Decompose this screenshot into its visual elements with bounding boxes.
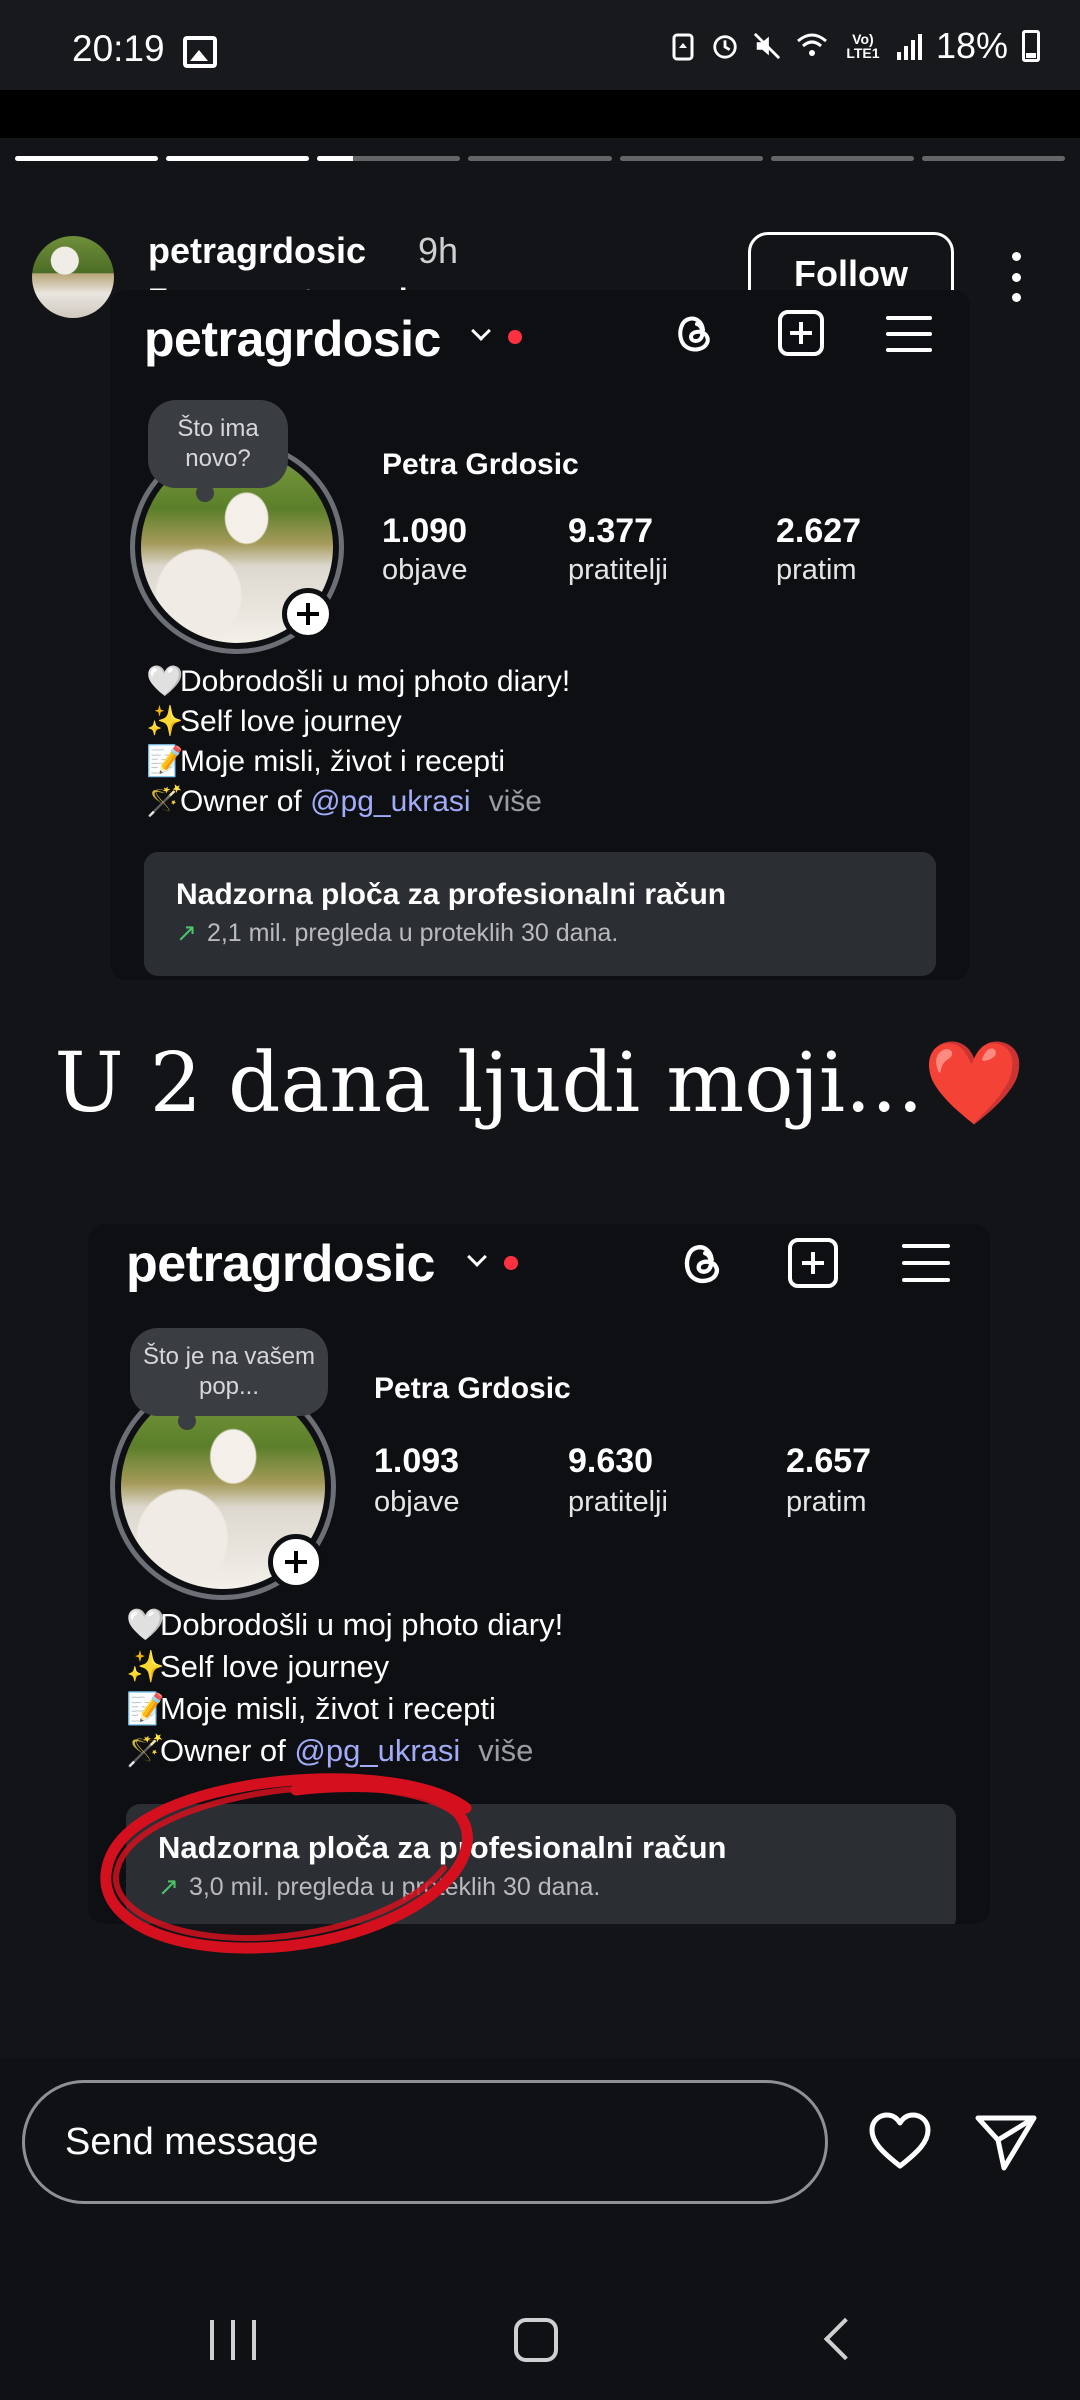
bio-line: Self love journey xyxy=(160,1649,390,1684)
profile-display-name: Petra Grdosic xyxy=(374,1372,571,1405)
progress-segment xyxy=(166,156,310,161)
progress-segment xyxy=(317,156,461,161)
magic-wand-emoji: 🪄 xyxy=(126,1733,165,1768)
add-story-icon xyxy=(268,1534,324,1590)
bio-line: Dobrodošli u moj photo diary! xyxy=(160,1607,564,1642)
caption-text: U 2 dana ljudi moji... xyxy=(54,1036,924,1131)
dashboard-title: Nadzorna ploča za profesionalni račun xyxy=(176,878,727,911)
bio-more: više xyxy=(478,1733,534,1768)
bio-mention: @pg_ukrasi xyxy=(294,1733,461,1768)
red-heart-emoji: ❤️ xyxy=(923,1036,1026,1131)
stat-following-label: pratim xyxy=(786,1486,867,1518)
lte-label: Vo) LTE1 xyxy=(846,31,880,61)
stat-following-value: 2.627 xyxy=(776,512,862,550)
story-viewer[interactable]: petragrdosic 9h From create mode Follow … xyxy=(0,138,1080,2058)
stat-followers-value: 9.630 xyxy=(568,1442,654,1480)
profile-username: petragrdosic xyxy=(144,311,441,367)
more-options-icon[interactable] xyxy=(1000,252,1032,302)
progress-segment xyxy=(770,156,914,161)
profile-display-name: Petra Grdosic xyxy=(382,448,579,481)
stat-followers-label: pratitelji xyxy=(568,1486,668,1518)
threads-icon xyxy=(684,1245,719,1284)
bio-line: Owner of xyxy=(160,1733,295,1768)
recents-icon[interactable] xyxy=(210,2320,256,2360)
menu-icon xyxy=(886,316,932,352)
memo-emoji: 📝 xyxy=(146,745,184,778)
profile-bio: 🤍Dobrodošli u moj photo diary! ✨Self lov… xyxy=(146,662,570,822)
note-bubble: Što je na vašem pop... xyxy=(130,1328,328,1430)
stat-followers-value: 9.377 xyxy=(568,512,654,550)
story-avatar[interactable] xyxy=(32,236,114,318)
bio-line: Moje misli, život i recepti xyxy=(180,745,506,778)
stat-following-value: 2.657 xyxy=(786,1442,872,1480)
add-story-icon xyxy=(282,588,334,640)
stat-posts-label: objave xyxy=(382,554,468,586)
notification-dot xyxy=(508,330,522,344)
stat-posts-label: objave xyxy=(374,1486,460,1518)
status-bar: 20:19 Vo) LTE1 18% xyxy=(0,0,1080,90)
red-annotation-circle xyxy=(100,1773,473,1954)
chevron-down-icon xyxy=(467,1247,487,1267)
recycle-icon xyxy=(672,33,694,61)
menu-icon xyxy=(902,1244,950,1282)
sparkles-emoji: ✨ xyxy=(126,1649,165,1684)
progress-segment xyxy=(619,156,763,161)
new-post-icon xyxy=(788,1238,838,1288)
back-icon[interactable] xyxy=(823,2317,867,2361)
bio-line: Owner of xyxy=(180,785,311,818)
stat-posts-value: 1.090 xyxy=(382,512,468,550)
note-bubble: Što ima novo? xyxy=(148,400,288,502)
progress-segment xyxy=(921,156,1065,161)
story-caption: U 2 dana ljudi moji...❤️ xyxy=(0,1036,1080,1132)
memo-emoji: 📝 xyxy=(126,1691,165,1726)
trend-up-icon: ↗ xyxy=(176,919,197,947)
send-message-input[interactable] xyxy=(22,2080,828,2204)
profile-screenshot-before: petragrdosic Što ima novo? Petra Grdosic… xyxy=(110,290,970,980)
message-bar xyxy=(0,2058,1080,2258)
new-post-icon xyxy=(778,310,824,356)
progress-segment xyxy=(468,156,612,161)
battery-percent: 18% xyxy=(935,25,1008,66)
battery-icon xyxy=(1022,30,1040,62)
stat-posts-value: 1.093 xyxy=(374,1442,460,1480)
top-band xyxy=(0,90,1080,138)
bio-more: više xyxy=(488,785,542,818)
chevron-down-icon xyxy=(471,321,491,341)
sparkles-emoji: ✨ xyxy=(146,705,184,738)
status-time: 20:19 xyxy=(72,28,165,69)
bio-line: Dobrodošli u moj photo diary! xyxy=(180,665,571,698)
bio-line: Moje misli, život i recepti xyxy=(160,1691,496,1726)
stat-following-label: pratim xyxy=(776,554,857,586)
notification-dot xyxy=(504,1256,518,1270)
alarm-icon xyxy=(713,35,737,59)
story-time: 9h xyxy=(418,230,459,271)
signal-icon xyxy=(896,32,922,60)
home-icon[interactable] xyxy=(514,2318,558,2362)
image-icon xyxy=(183,36,217,68)
story-username[interactable]: petragrdosic xyxy=(148,230,366,272)
story-header: petragrdosic 9h From create mode Follow xyxy=(0,186,1080,318)
white-heart-emoji: 🤍 xyxy=(146,665,184,698)
dashboard-subtitle: 2,1 mil. pregleda u proteklih 30 dana. xyxy=(206,919,619,947)
professional-dashboard: Nadzorna ploča za profesionalni račun ↗ 2… xyxy=(144,852,936,976)
profile-username: petragrdosic xyxy=(126,1235,435,1293)
magic-wand-emoji: 🪄 xyxy=(146,785,184,818)
system-nav-bar xyxy=(0,2258,1080,2400)
white-heart-emoji: 🤍 xyxy=(126,1607,165,1642)
story-progress xyxy=(15,156,1065,161)
stat-followers-label: pratitelji xyxy=(568,554,668,586)
mute-icon xyxy=(753,32,781,60)
profile-bio: 🤍Dobrodošli u moj photo diary! ✨Self lov… xyxy=(126,1604,563,1772)
status-icons: Vo) LTE1 18% xyxy=(669,25,1040,66)
progress-segment xyxy=(15,156,159,161)
threads-icon xyxy=(678,316,710,352)
wifi-icon xyxy=(796,33,827,56)
send-direct-icon[interactable] xyxy=(974,2110,1038,2174)
bio-line: Self love journey xyxy=(180,705,402,738)
bio-mention: @pg_ukrasi xyxy=(310,785,471,818)
like-heart-icon[interactable] xyxy=(868,2110,932,2174)
